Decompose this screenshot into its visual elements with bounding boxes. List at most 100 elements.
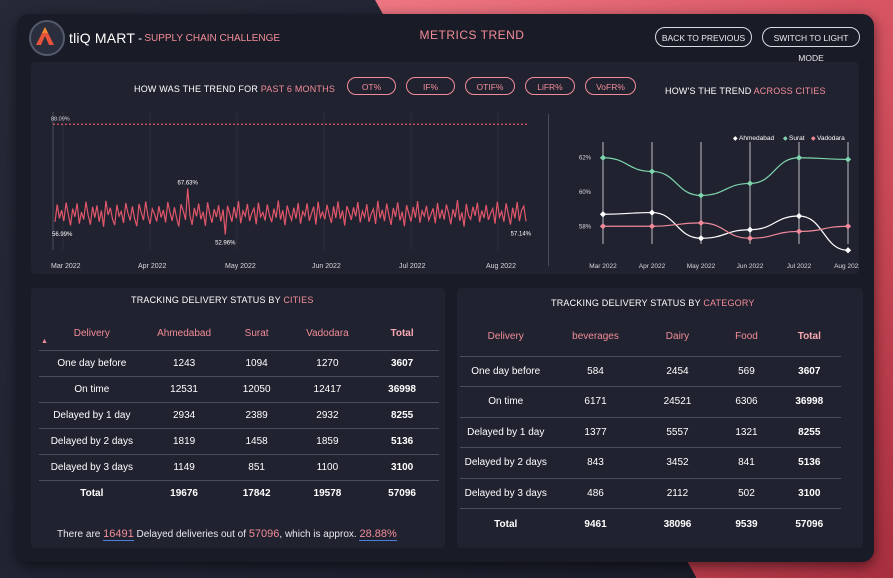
legend-marker: ◆ — [733, 136, 738, 142]
category-header-beverages[interactable]: beverages — [551, 318, 639, 356]
table-cell: 5136 — [777, 447, 841, 478]
summary-delay-percent: 28.88% — [359, 528, 397, 541]
row-label: Delayed by 1 day — [39, 401, 145, 428]
table-cell: 1100 — [289, 453, 366, 480]
summary-delayed-count: 16491 — [103, 528, 134, 541]
table-row: One day before 1243 1094 1270 3607 — [39, 349, 439, 376]
cities-header-total[interactable]: Total — [365, 318, 439, 350]
table-cell: 3452 — [639, 447, 716, 478]
table-row: Total 9461 38096 9539 57096 — [460, 508, 841, 539]
legend-label: Surat — [789, 135, 805, 142]
cities-table-title: TRACKING DELIVERY STATUS BY CITIES — [131, 295, 314, 305]
trend-card: HOW WAS THE TREND FOR PAST 6 MONTHS OT% … — [31, 62, 859, 274]
table-cell: 584 — [551, 355, 640, 387]
cities-header-vadodara[interactable]: Vadodara — [290, 318, 365, 350]
table-cell: 6171 — [551, 386, 640, 417]
category-header-total[interactable]: Total — [778, 318, 841, 356]
table-row: Delayed by 1 day 1377 5557 1321 8255 — [460, 416, 841, 448]
data-point — [746, 235, 754, 242]
table-cell: 1149 — [144, 453, 224, 480]
table-row: Total 19676 17842 19578 57096 — [39, 479, 439, 506]
x-tick-label: Mar 2022 — [51, 263, 81, 270]
delay-summary: There are 16491 Delayed deliveries out o… — [57, 528, 397, 541]
cities-header-ahmedabad[interactable]: Ahmedabad — [145, 318, 224, 350]
trend-title: HOW WAS THE TREND FOR PAST 6 MONTHS — [134, 84, 335, 94]
row-label: One day before — [460, 355, 552, 387]
switch-to-light-mode-button[interactable]: SWITCH TO LIGHT MODE — [762, 27, 860, 63]
table-cell: 19676 — [144, 479, 224, 506]
table-row: Delayed by 3 days 1149 851 1100 3100 — [39, 453, 439, 480]
row-label: Delayed by 2 days — [39, 427, 145, 454]
x-tick-label: Mar 2022 — [589, 263, 617, 270]
cities-header-surat[interactable]: Surat — [224, 318, 290, 350]
data-point — [746, 226, 754, 233]
data-label: 56.99% — [52, 232, 73, 238]
data-point — [648, 209, 656, 216]
table-cell: 38096 — [639, 508, 716, 539]
row-label: Total — [460, 508, 552, 539]
x-tick-label: Jun 2022 — [312, 263, 341, 270]
table-cell: 2112 — [639, 477, 716, 509]
pill-ot[interactable]: OT% — [347, 77, 396, 95]
category-header-food[interactable]: Food — [715, 318, 777, 356]
category-header-delivery[interactable]: Delivery — [460, 318, 551, 356]
table-cell: 3100 — [365, 453, 439, 480]
page-title: METRICS TREND — [419, 28, 525, 42]
table-cell: 3607 — [365, 349, 439, 376]
back-to-previous-button[interactable]: BACK TO PREVIOUS — [655, 27, 752, 47]
table-cell: 17842 — [223, 479, 290, 506]
x-tick-label: Jul 2022 — [399, 263, 426, 270]
row-label: One day before — [39, 349, 145, 376]
data-point — [795, 154, 803, 161]
table-cell: 6306 — [715, 386, 778, 417]
pill-otif[interactable]: OTIF% — [465, 77, 515, 95]
table-cell: 8255 — [777, 416, 841, 448]
cities-header-delivery-label: Delivery — [73, 328, 110, 340]
brand-subtitle: SUPPLY CHAIN CHALLENGE — [144, 32, 281, 44]
pill-if[interactable]: IF% — [406, 77, 455, 95]
pill-lifr[interactable]: LiFR% — [525, 77, 575, 95]
data-point — [697, 219, 705, 226]
pill-vofr[interactable]: VoFR% — [585, 77, 636, 95]
table-cell: 3100 — [777, 477, 841, 509]
sort-ascending-icon[interactable]: ▲ — [41, 338, 48, 345]
table-cell: 569 — [715, 355, 778, 387]
cities-trend-title-highlight: ACROSS CITIES — [753, 86, 826, 96]
logo-icon — [29, 20, 65, 56]
table-cell: 2454 — [639, 355, 716, 387]
trend-line-chart: Mar 2022 Apr 2022 May 2022 Jun 2022 Jul 2022… — [51, 112, 532, 270]
data-point — [697, 192, 705, 199]
table-cell: 486 — [551, 477, 640, 509]
table-cell: 1321 — [715, 416, 778, 448]
chart-divider — [548, 114, 549, 266]
table-row: Delayed by 1 day 2934 2389 2932 8255 — [39, 401, 439, 428]
table-cell: 5557 — [639, 416, 716, 448]
summary-mid: Delayed deliveries out of — [133, 529, 249, 540]
row-label: Total — [39, 479, 145, 506]
summary-total-count: 57096 — [248, 528, 280, 540]
table-cell: 1859 — [289, 427, 366, 454]
table-cell: 502 — [715, 477, 778, 509]
table-row: One day before 584 2454 569 3607 — [460, 355, 841, 387]
category-table: Delivery beverages Dairy Food Total One … — [460, 318, 841, 539]
table-cell: 1819 — [144, 427, 224, 454]
category-table-title-text: TRACKING DELIVERY STATUS BY — [551, 298, 704, 308]
table-cell: 36998 — [777, 386, 841, 417]
data-point — [697, 235, 705, 242]
table-cell: 8255 — [365, 401, 439, 428]
table-cell: 9461 — [551, 508, 640, 539]
table-cell: 2932 — [289, 401, 366, 428]
data-point — [795, 228, 803, 235]
data-point — [746, 180, 754, 187]
table-cell: 1094 — [223, 349, 290, 376]
data-point — [795, 212, 803, 220]
x-tick-label: Aug 2022 — [834, 263, 859, 270]
table-cell: 1458 — [223, 427, 290, 454]
cities-header-delivery[interactable]: Delivery ▲ — [39, 318, 145, 350]
row-label: Delayed by 1 day — [460, 416, 552, 448]
table-cell: 12531 — [144, 375, 224, 402]
category-header-dairy[interactable]: Dairy — [640, 318, 716, 356]
trend-title-highlight: PAST 6 MONTHS — [260, 84, 336, 94]
table-cell: 12050 — [223, 375, 290, 402]
table-cell: 36998 — [365, 375, 439, 402]
